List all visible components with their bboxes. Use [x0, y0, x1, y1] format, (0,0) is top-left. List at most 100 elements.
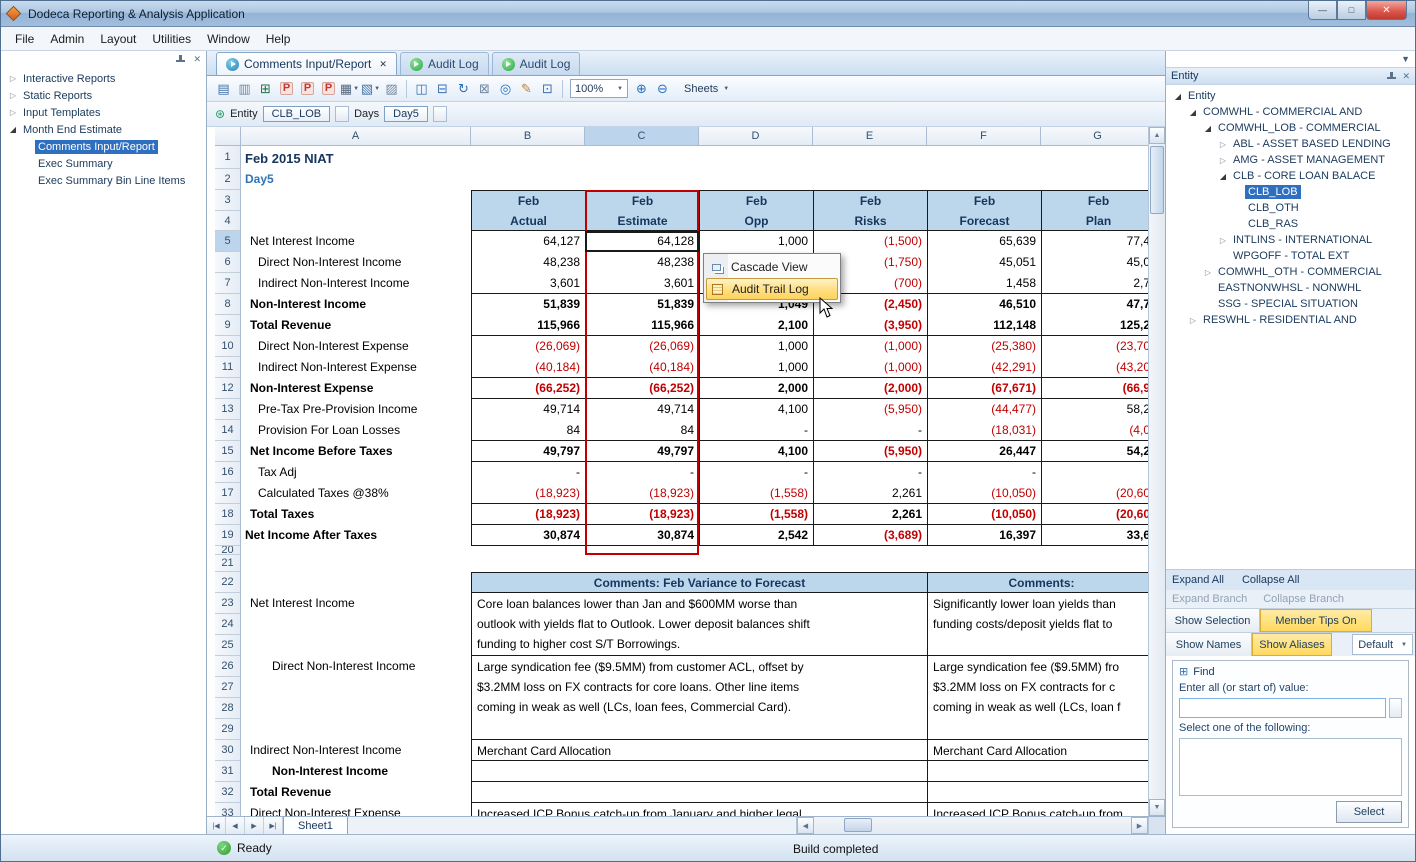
- chevron-down-icon[interactable]: ▼: [1401, 54, 1410, 64]
- last-sheet-button[interactable]: ▶|: [264, 817, 283, 834]
- menu-window[interactable]: Window: [199, 29, 258, 49]
- row-label[interactable]: Pre-Tax Pre-Provision Income: [241, 399, 471, 420]
- cell[interactable]: (3,689): [813, 525, 927, 546]
- row-label[interactable]: Net Interest Income: [241, 231, 471, 252]
- cell[interactable]: (1,000): [813, 336, 927, 357]
- column-header-F[interactable]: F: [927, 127, 1041, 146]
- cell[interactable]: (40,184): [471, 357, 585, 378]
- tree-toggle-icon[interactable]: ▷: [6, 108, 20, 117]
- row-header-30[interactable]: 30: [215, 740, 241, 761]
- cell[interactable]: (20,60: [1041, 504, 1155, 525]
- row-header-23[interactable]: 23: [215, 593, 241, 614]
- cell[interactable]: 84: [585, 420, 699, 441]
- row-header-7[interactable]: 7: [215, 273, 241, 294]
- cell[interactable]: 3,601: [471, 273, 585, 294]
- column-header-C[interactable]: C: [585, 127, 699, 146]
- comment-cell[interactable]: [471, 761, 927, 782]
- cell[interactable]: 45,0: [1041, 252, 1155, 273]
- print-preview-button[interactable]: ▧▼: [360, 79, 381, 99]
- find-options-button[interactable]: [1389, 698, 1402, 718]
- entity-tree-item[interactable]: EASTNONWHSL - NONWHL: [1166, 280, 1415, 296]
- cell[interactable]: (1,558): [699, 483, 813, 504]
- menu-file[interactable]: File: [7, 29, 42, 49]
- cell[interactable]: (10,050): [927, 483, 1041, 504]
- member-tips-toggle[interactable]: Member Tips On: [1260, 609, 1372, 632]
- row-header-31[interactable]: 31: [215, 761, 241, 782]
- row-header-27[interactable]: 27: [215, 677, 241, 698]
- report-tree-item[interactable]: ▷Static Reports: [1, 87, 206, 104]
- comment-cell[interactable]: Increased ICP Bonus catch-up from Januar…: [471, 803, 927, 816]
- cell[interactable]: (1,500): [813, 231, 927, 252]
- cell[interactable]: (25,380): [927, 336, 1041, 357]
- cell[interactable]: 49,714: [585, 399, 699, 420]
- row-header-18[interactable]: 18: [215, 504, 241, 525]
- vertical-scroll-thumb[interactable]: [1150, 146, 1164, 214]
- entity-tree-item[interactable]: ◢COMWHL_LOB - COMMERCIAL: [1166, 120, 1415, 136]
- menu-help[interactable]: Help: [258, 29, 299, 49]
- cell[interactable]: (23,70: [1041, 336, 1155, 357]
- show-selection-button[interactable]: Show Selection: [1166, 609, 1260, 632]
- report-tree-item[interactable]: ▷Interactive Reports: [1, 70, 206, 87]
- entity-tree-item[interactable]: CLB_RAS: [1166, 216, 1415, 232]
- zoom-out-button[interactable]: ⊖: [652, 79, 673, 99]
- row-header-15[interactable]: 15: [215, 441, 241, 462]
- days-selector-picker[interactable]: [433, 106, 447, 122]
- row-header-2[interactable]: 2: [215, 169, 241, 190]
- cell[interactable]: (5,950): [813, 441, 927, 462]
- cell[interactable]: 49,797: [585, 441, 699, 462]
- tree-toggle-icon[interactable]: ▷: [6, 74, 20, 83]
- tab-audit-log[interactable]: Audit Log: [400, 52, 489, 75]
- header-cell[interactable]: Opp: [699, 211, 813, 231]
- pin-icon[interactable]: [1386, 71, 1397, 82]
- tree-toggle-icon[interactable]: ▷: [1216, 140, 1230, 149]
- prev-sheet-button[interactable]: ◀: [226, 817, 245, 834]
- row-label[interactable]: Indirect Non-Interest Income: [241, 273, 471, 294]
- tree-toggle-icon[interactable]: ▷: [1201, 268, 1215, 277]
- cell[interactable]: 2,7: [1041, 273, 1155, 294]
- row-label[interactable]: Net Income Before Taxes: [241, 441, 471, 462]
- entity-tree-item[interactable]: ▷AMG - ASSET MANAGEMENT: [1166, 152, 1415, 168]
- entity-tree-item[interactable]: ◢Entity: [1166, 88, 1415, 104]
- horizontal-scrollbar[interactable]: ◀ ▶: [796, 817, 1148, 834]
- build-button[interactable]: ⊡: [537, 79, 558, 99]
- cell[interactable]: [1041, 462, 1155, 483]
- page-setup-button[interactable]: ▨: [381, 79, 402, 99]
- menu-admin[interactable]: Admin: [42, 29, 92, 49]
- tree-toggle-icon[interactable]: ▷: [6, 91, 20, 100]
- cell[interactable]: -: [699, 462, 813, 483]
- header-cell[interactable]: Plan: [1041, 211, 1155, 231]
- row-header-6[interactable]: 6: [215, 252, 241, 273]
- pdf-export-button[interactable]: P: [297, 79, 318, 99]
- cell[interactable]: -: [813, 462, 927, 483]
- comment-cell[interactable]: [927, 782, 1155, 803]
- row-header-19[interactable]: 19: [215, 525, 241, 546]
- cell[interactable]: 2,261: [813, 483, 927, 504]
- cell[interactable]: 51,839: [471, 294, 585, 315]
- collapse-all-button[interactable]: Collapse All: [1242, 574, 1299, 586]
- row-header-24[interactable]: 24: [215, 614, 241, 635]
- print-button[interactable]: ▦▼: [339, 79, 360, 99]
- cell[interactable]: 47,7: [1041, 294, 1155, 315]
- column-header-E[interactable]: E: [813, 127, 927, 146]
- row-header-28[interactable]: 28: [215, 698, 241, 719]
- header-cell[interactable]: Feb: [927, 190, 1041, 211]
- select-button[interactable]: Select: [1336, 801, 1402, 823]
- minimize-button[interactable]: —: [1308, 1, 1337, 20]
- cell[interactable]: (26,069): [471, 336, 585, 357]
- tree-toggle-icon[interactable]: ◢: [1171, 92, 1185, 101]
- entity-tree-item[interactable]: WPGOFF - TOTAL EXT: [1166, 248, 1415, 264]
- row-header-9[interactable]: 9: [215, 315, 241, 336]
- cell[interactable]: (3,950): [813, 315, 927, 336]
- header-cell[interactable]: Risks: [813, 211, 927, 231]
- cell[interactable]: (18,923): [471, 483, 585, 504]
- header-cell[interactable]: Feb: [699, 190, 813, 211]
- find-results-list[interactable]: [1179, 738, 1402, 796]
- row-label[interactable]: Non-Interest Income: [241, 761, 471, 782]
- cell[interactable]: 2,100: [699, 315, 813, 336]
- row-label[interactable]: Net Interest Income: [241, 593, 471, 656]
- entity-tree-item[interactable]: ▷INTLINS - INTERNATIONAL: [1166, 232, 1415, 248]
- entity-tree-item[interactable]: ▷RESWHL - RESIDENTIAL AND: [1166, 312, 1415, 328]
- cell[interactable]: 1,458: [927, 273, 1041, 294]
- cell[interactable]: (44,477): [927, 399, 1041, 420]
- cell[interactable]: 30,874: [471, 525, 585, 546]
